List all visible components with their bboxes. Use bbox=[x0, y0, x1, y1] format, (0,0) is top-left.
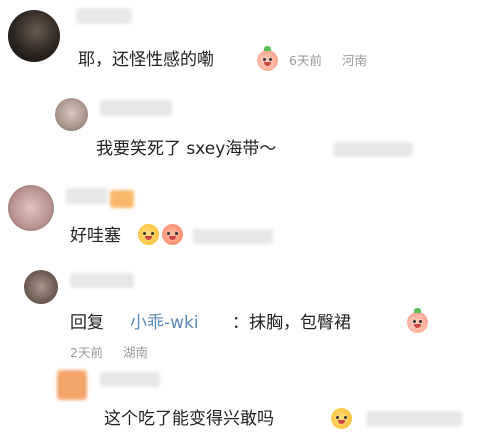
meta-blurred bbox=[333, 142, 413, 157]
peach-emoji-icon bbox=[257, 46, 278, 71]
username-blurred[interactable] bbox=[100, 372, 160, 387]
peach-emoji-icon bbox=[407, 308, 428, 333]
avatar[interactable] bbox=[24, 270, 58, 304]
comment-text: ：抹胸，包臀裙 bbox=[232, 313, 351, 333]
comment-text: 我要笑死了 sxey海带～ bbox=[96, 139, 277, 159]
comment-location: 湖南 bbox=[123, 345, 149, 360]
comment-text: 耶，还怪性感的嘞 bbox=[78, 50, 214, 70]
username-blurred[interactable] bbox=[100, 100, 172, 116]
laugh-cry-emoji-icon bbox=[138, 224, 159, 245]
comment-text: 这个吃了能变得兴敢吗 bbox=[104, 409, 274, 429]
username-blurred[interactable] bbox=[76, 8, 132, 24]
comment-text: 好哇塞 bbox=[70, 226, 121, 246]
reply-username-link[interactable]: 小乖-wki bbox=[130, 313, 199, 333]
avatar[interactable] bbox=[55, 98, 88, 131]
user-badge-icon bbox=[110, 190, 134, 208]
meta-blurred bbox=[193, 229, 273, 244]
laugh-emoji-icon bbox=[162, 224, 183, 245]
reply-prefix: 回复 bbox=[70, 313, 104, 333]
avatar[interactable] bbox=[8, 185, 54, 231]
meta-blurred bbox=[366, 411, 462, 427]
username-blurred[interactable] bbox=[70, 273, 134, 288]
comment-time: 6天前 bbox=[289, 53, 322, 68]
comment-location: 河南 bbox=[342, 53, 368, 68]
username-blurred[interactable] bbox=[66, 188, 108, 204]
avatar[interactable] bbox=[8, 10, 60, 62]
comment-time: 2天前 bbox=[70, 345, 103, 360]
sweat-smile-emoji-icon bbox=[331, 408, 352, 429]
avatar[interactable] bbox=[57, 370, 87, 400]
